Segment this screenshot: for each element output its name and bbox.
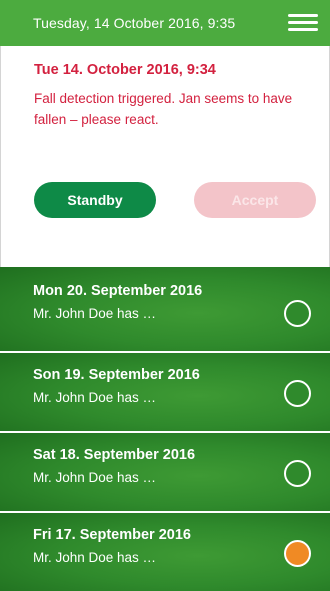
standby-button[interactable]: Standby [34,182,156,218]
status-circle-icon [284,380,311,407]
hamburger-menu-icon[interactable] [288,13,318,33]
menu-line [288,28,318,32]
entry-date: Son 19. September 2016 [33,367,200,383]
status-circle-icon [284,540,311,567]
list-item[interactable]: Sat 18. September 2016 Mr. John Doe has … [0,431,330,511]
alert-title: Tue 14. October 2016, 9:34 [34,62,216,78]
entry-text: Mr. John Doe has … [33,306,157,321]
status-circle-icon [284,460,311,487]
entry-date: Sat 18. September 2016 [33,447,196,463]
menu-line [288,21,318,25]
status-circle-icon [284,300,311,327]
accept-button[interactable]: Accept [194,182,316,218]
entry-text: Mr. John Doe has … [33,390,157,405]
list-item[interactable]: Son 19. September 2016 Mr. John Doe has … [0,351,330,431]
menu-line [288,14,318,18]
entry-text: Mr. John Doe has … [33,470,157,485]
list-item[interactable]: Mon 20. September 2016 Mr. John Doe has … [0,267,330,351]
event-list: Mon 20. September 2016 Mr. John Doe has … [0,267,330,591]
alert-message: Fall detection triggered. Jan seems to h… [34,91,293,127]
current-datetime: Tuesday, 14 October 2016, 9:35 [33,15,236,31]
entry-date: Fri 17. September 2016 [33,527,191,543]
fall-alert-panel: Tue 14. October 2016, 9:34 Fall detectio… [0,46,330,267]
list-item[interactable]: Fri 17. September 2016 Mr. John Doe has … [0,511,330,591]
top-bar: Tuesday, 14 October 2016, 9:35 [0,0,330,46]
entry-date: Mon 20. September 2016 [33,283,203,299]
entry-text: Mr. John Doe has … [33,550,157,565]
